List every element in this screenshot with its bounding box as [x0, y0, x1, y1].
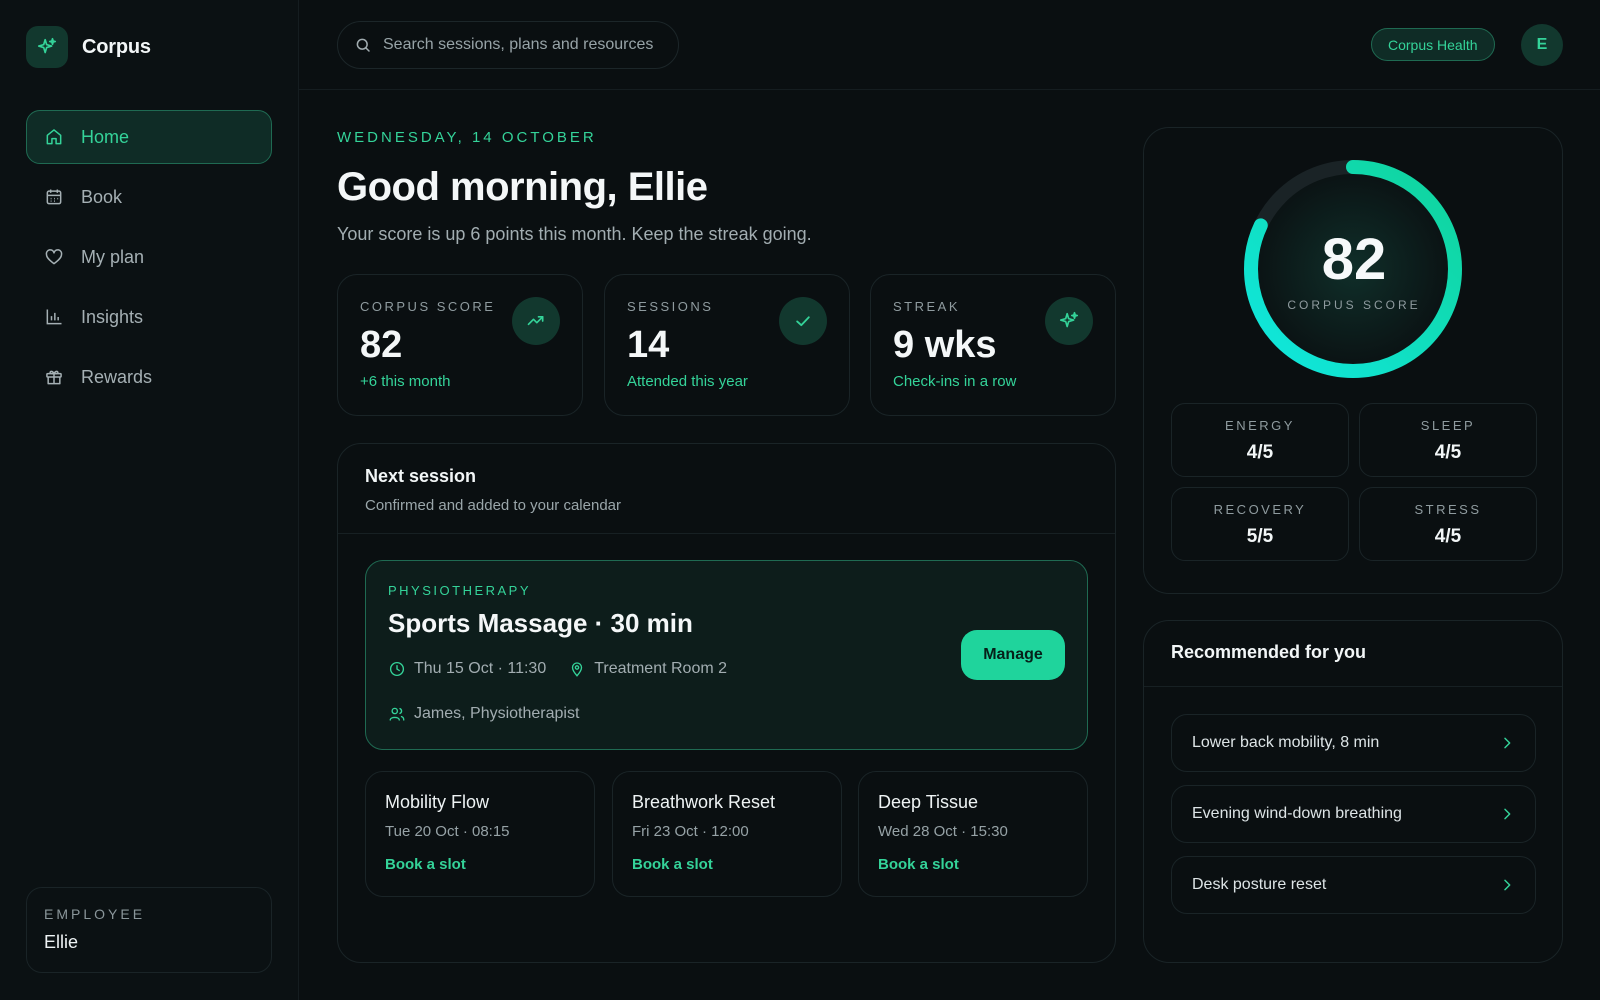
score-card: 82 CORPUS SCORE ENERGY 4/5 SLEEP 4/5 REC… [1143, 127, 1563, 594]
session-name: Sports Massage · 30 min [388, 608, 693, 638]
sidebar-item-book[interactable]: Book [26, 170, 272, 224]
stat-note: Attended this year [627, 373, 748, 390]
stat-card-corpus-score[interactable]: CORPUS SCORE 82 +6 this month [337, 274, 583, 416]
top-bar: Search sessions, plans and resources Cor… [299, 0, 1600, 90]
sidebar-item-label: Insights [81, 306, 144, 327]
recommendation-item[interactable]: Evening wind-down breathing [1171, 785, 1536, 843]
search-icon [354, 36, 372, 54]
avatar[interactable]: E [1521, 24, 1563, 66]
metric-value: 4/5 [1434, 526, 1462, 547]
employee-name: Ellie [44, 932, 79, 952]
upcoming-session-title: Deep Tissue [878, 792, 979, 812]
manage-button[interactable]: Manage [961, 630, 1065, 680]
session-location-text: Treatment Room 2 [594, 660, 728, 677]
recommendation-item[interactable]: Desk posture reset [1171, 856, 1536, 914]
page-subtitle: Your score is up 6 points this month. Ke… [337, 224, 812, 244]
org-badge[interactable]: Corpus Health [1371, 28, 1495, 61]
recommended-card: Recommended for you Lower back mobility,… [1143, 620, 1563, 963]
sidebar-item-my-plan[interactable]: My plan [26, 230, 272, 284]
sidebar-item-label: Book [81, 186, 123, 207]
session-location: Treatment Room 2 [568, 660, 727, 678]
session-time: Thu 15 Oct · 11:30 [388, 660, 546, 678]
sparkle-icon [1045, 297, 1093, 345]
next-session-subtitle: Confirmed and added to your calendar [365, 497, 621, 514]
upcoming-session-time: Tue 20 Oct · 08:15 [385, 823, 510, 840]
brand[interactable]: Corpus [26, 26, 151, 68]
users-icon [388, 705, 406, 723]
recommended-title: Recommended for you [1144, 621, 1562, 687]
next-session-title: Next session [365, 466, 477, 486]
metric-recovery: RECOVERY 5/5 [1171, 487, 1349, 561]
upcoming-session-card[interactable]: Breathwork Reset Fri 23 Oct · 12:00 Book… [612, 771, 842, 897]
recommendation-label: Lower back mobility, 8 min [1192, 734, 1380, 751]
sidebar-item-home[interactable]: Home [26, 110, 272, 164]
session-practitioner-text: James, Physiotherapist [414, 705, 580, 722]
current-date: WEDNESDAY, 14 OCTOBER [337, 129, 597, 146]
stat-card-sessions[interactable]: SESSIONS 14 Attended this year [604, 274, 850, 416]
trending-up-icon [512, 297, 560, 345]
book-slot-link[interactable]: Book a slot [385, 856, 575, 873]
book-slot-link[interactable]: Book a slot [878, 856, 1068, 873]
session-category: PHYSIOTHERAPY [388, 583, 532, 598]
stat-note: Check-ins in a row [893, 373, 1017, 390]
sidebar-item-label: My plan [81, 246, 145, 267]
upcoming-session-time: Wed 28 Oct · 15:30 [878, 823, 1008, 840]
score-value: 82 [1321, 227, 1387, 292]
session-practitioner: James, Physiotherapist [388, 705, 579, 723]
gift-icon [43, 366, 65, 388]
map-pin-icon [568, 660, 586, 678]
upcoming-session-time: Fri 23 Oct · 12:00 [632, 823, 749, 840]
upcoming-session-title: Breathwork Reset [632, 792, 776, 812]
app-name: Corpus [82, 35, 151, 58]
calendar-icon [43, 186, 65, 208]
metric-label: SLEEP [1420, 418, 1476, 433]
check-icon [779, 297, 827, 345]
stat-note: +6 this month [360, 373, 451, 390]
sidebar-item-label: Home [81, 126, 130, 147]
session-time-text: Thu 15 Oct · 11:30 [414, 660, 547, 677]
next-session-card: Next session Confirmed and added to your… [337, 443, 1116, 963]
stat-card-streak[interactable]: STREAK 9 wks Check-ins in a row [870, 274, 1116, 416]
chevron-right-icon [1499, 735, 1515, 751]
employee-card[interactable]: EMPLOYEE Ellie [26, 887, 272, 973]
clock-icon [388, 660, 406, 678]
upcoming-session-title: Mobility Flow [385, 792, 490, 812]
chevron-right-icon [1499, 806, 1515, 822]
heart-icon [43, 246, 65, 268]
metric-label: STRESS [1414, 502, 1482, 517]
metric-value: 4/5 [1434, 442, 1462, 463]
home-icon [43, 126, 65, 148]
metric-sleep: SLEEP 4/5 [1359, 403, 1537, 477]
metric-energy: ENERGY 4/5 [1171, 403, 1349, 477]
sidebar-nav: Home Book My plan Insights Rewards [26, 110, 272, 410]
employee-label: EMPLOYEE [44, 906, 146, 922]
metric-label: RECOVERY [1213, 502, 1307, 517]
sidebar-item-label: Rewards [81, 366, 153, 387]
sidebar-item-rewards[interactable]: Rewards [26, 350, 272, 404]
metric-label: ENERGY [1225, 418, 1295, 433]
sidebar-item-insights[interactable]: Insights [26, 290, 272, 344]
metric-stress: STRESS 4/5 [1359, 487, 1537, 561]
upcoming-session-card[interactable]: Deep Tissue Wed 28 Oct · 15:30 Book a sl… [858, 771, 1088, 897]
bar-chart-icon [43, 306, 65, 328]
metric-value: 5/5 [1246, 526, 1274, 547]
next-session-header: Next session Confirmed and added to your… [338, 444, 1115, 534]
metric-value: 4/5 [1246, 442, 1274, 463]
sidebar: Corpus Home Book My plan Insights Reward… [0, 0, 299, 1000]
recommendation-label: Desk posture reset [1192, 876, 1327, 893]
recommendation-label: Evening wind-down breathing [1192, 805, 1402, 822]
upcoming-session-card[interactable]: Mobility Flow Tue 20 Oct · 08:15 Book a … [365, 771, 595, 897]
sparkle-logo-icon [26, 26, 68, 68]
search-placeholder: Search sessions, plans and resources [383, 36, 654, 53]
page-title: Good morning, Ellie [337, 165, 708, 209]
book-slot-link[interactable]: Book a slot [632, 856, 822, 873]
recommendation-item[interactable]: Lower back mobility, 8 min [1171, 714, 1536, 772]
search-input[interactable]: Search sessions, plans and resources [337, 21, 679, 69]
chevron-right-icon [1499, 877, 1515, 893]
session-highlight[interactable]: PHYSIOTHERAPY Sports Massage · 30 min Th… [365, 560, 1088, 750]
score-label: CORPUS SCORE [1287, 298, 1421, 312]
